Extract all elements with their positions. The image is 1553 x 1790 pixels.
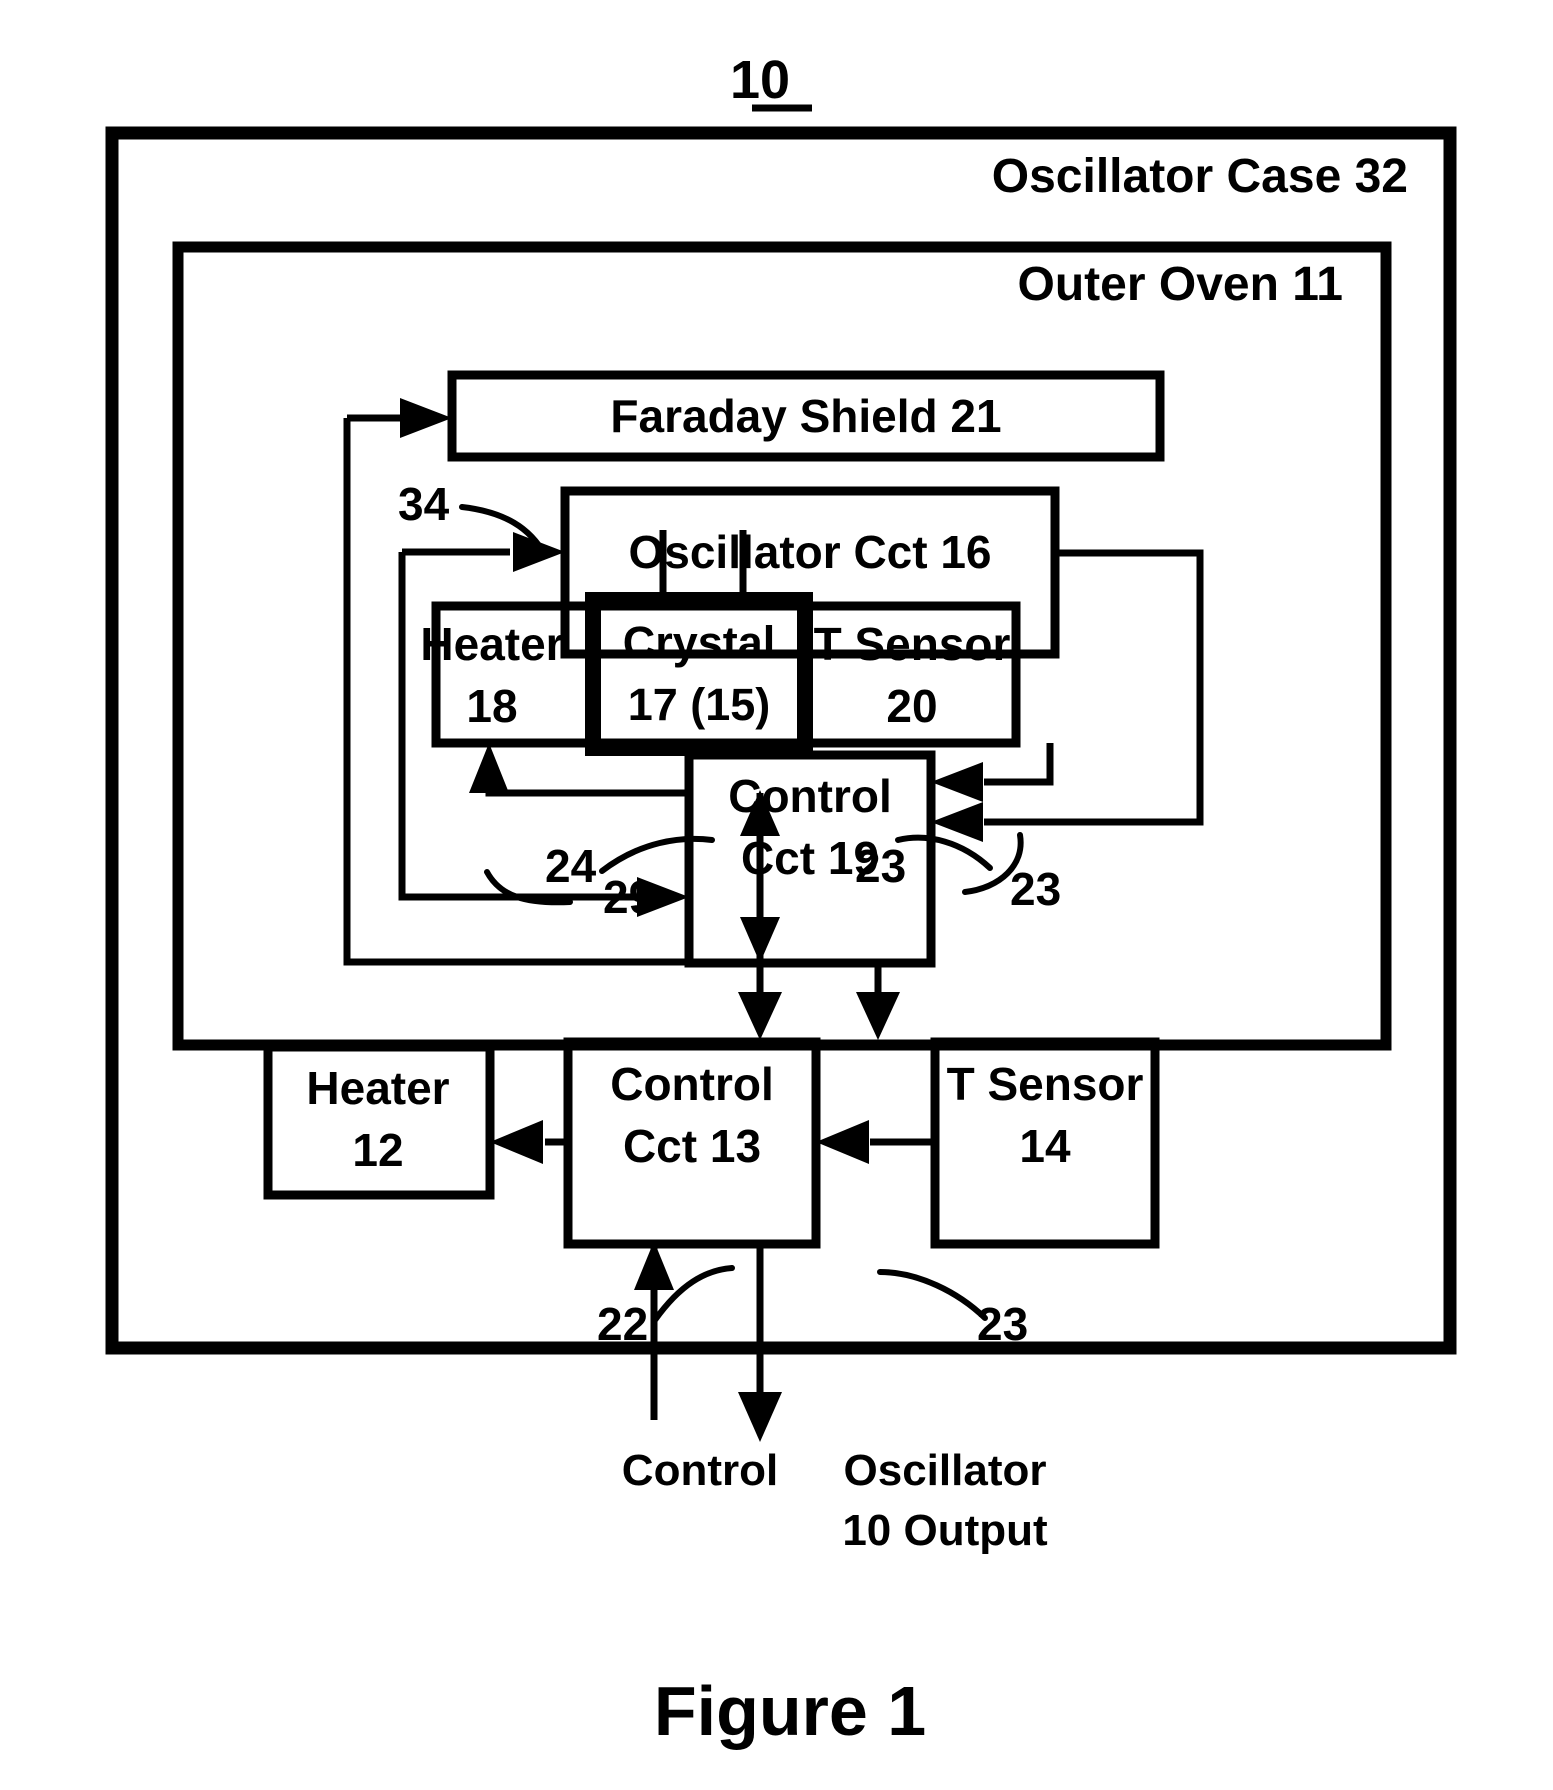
arrowhead-into-control19-right-lower <box>931 802 983 842</box>
crystal-label-line2: 17 (15) <box>628 679 771 730</box>
outer-t-sensor-label-line2: 14 <box>1019 1120 1071 1172</box>
arrowhead-into-oscillator-cct <box>513 532 565 572</box>
ref-numeral-29: 29 <box>603 871 654 923</box>
outer-control-cct-label-line1: Control <box>610 1058 774 1110</box>
block-diagram-svg: 10 Oscillator Case 32 Outer Oven 11 Fara… <box>105 50 1457 1750</box>
wire-inner-t-sensor-to-control19 <box>984 743 1054 786</box>
inner-heater-label-line1: Heater <box>420 618 563 670</box>
ref-numeral-23-inner: 23 <box>1010 863 1061 915</box>
arrowhead-into-faraday-shield <box>400 398 452 438</box>
arrowhead-into-outer-heater <box>490 1120 543 1164</box>
outer-oven-label: Outer Oven 11 <box>1018 258 1343 311</box>
ref-numeral-24: 24 <box>545 840 597 892</box>
wire-control19-to-inner-heater <box>485 770 689 797</box>
arrowhead-into-control13 <box>816 1120 869 1164</box>
arrowhead-bus-23-down <box>856 992 900 1040</box>
outer-t-sensor-label-line1: T Sensor <box>947 1058 1144 1110</box>
oscillator-output-label-line2: 10 Output <box>842 1506 1048 1555</box>
outer-control-cct-label-line2: Cct 13 <box>623 1120 761 1172</box>
ref-numeral-22: 22 <box>597 1298 648 1350</box>
inner-t-sensor-label-line1: T Sensor <box>814 618 1011 670</box>
ref-numeral-23-bottom: 23 <box>977 1298 1028 1350</box>
leader-line-23-bottom <box>877 1269 988 1321</box>
outer-heater-label-line1: Heater <box>306 1062 449 1114</box>
ref-numeral-34: 34 <box>398 478 450 530</box>
arrowhead-into-control19-right-upper <box>931 762 983 802</box>
outer-heater-label-line2: 12 <box>352 1124 403 1176</box>
leader-line-24 <box>599 835 715 874</box>
crystal-label-line1: Crystal <box>623 617 776 668</box>
arrowhead-oscillator-output-down <box>738 1392 782 1442</box>
inner-heater-label-line2: 18 <box>466 680 517 732</box>
arrowhead-bus-24-down <box>738 992 782 1040</box>
inner-t-sensor-label-line2: 20 <box>886 680 937 732</box>
leader-line-23-mid <box>895 834 993 871</box>
outer-oven-boundary <box>172 241 1392 1051</box>
oscillator-case-label: Oscillator Case 32 <box>992 150 1408 203</box>
faraday-shield-label: Faraday Shield 21 <box>610 390 1001 442</box>
arrowhead-into-inner-heater <box>469 743 509 793</box>
patent-figure-1: 10 Oscillator Case 32 Outer Oven 11 Fara… <box>0 0 1553 1790</box>
figure-caption: Figure 1 <box>654 1672 926 1750</box>
figure-number-label: 10 <box>730 50 790 110</box>
ref-numeral-23-mid: 23 <box>855 840 906 892</box>
arrowhead-bus-24-down-upper <box>740 917 780 963</box>
control-input-label: Control <box>622 1446 778 1495</box>
oscillator-cct-label: Oscillator Cct 16 <box>628 526 991 578</box>
oscillator-output-label-line1: Oscillator <box>844 1446 1047 1495</box>
